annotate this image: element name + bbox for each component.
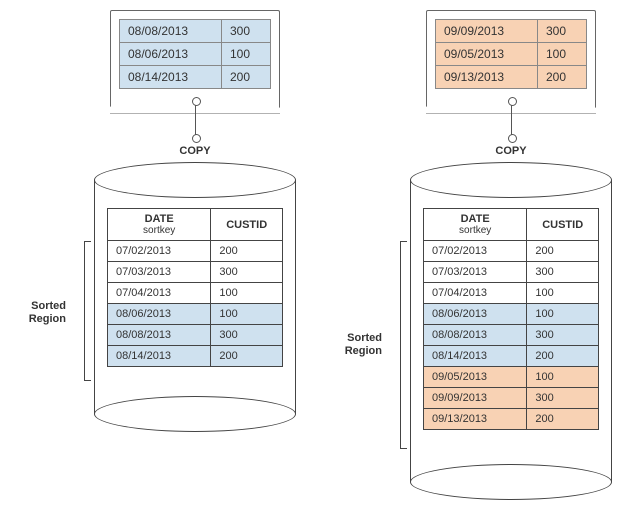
database-cylinder-right: DATEsortkey CUSTID 07/02/201320007/03/20… [410,180,612,482]
region-label-right: Sorted Region [332,332,382,358]
table-row: 09/13/2013200 [424,409,599,430]
database-cylinder-left: DATEsortkey CUSTID 07/02/201320007/03/20… [94,180,296,414]
copy-label-left: COPY [110,145,280,157]
region-label-left: Sorted Region [16,300,66,326]
table-row: 09/09/2013300 [424,388,599,409]
table-row: 09/05/2013100 [424,367,599,388]
table-row: 07/02/2013200 [108,241,283,262]
table-row: 07/04/2013100 [424,283,599,304]
table-row: 08/14/2013200 [424,346,599,367]
table-row: 07/02/2013200 [424,241,599,262]
table-row: 08/08/2013300 [108,325,283,346]
db-table-left: DATEsortkey CUSTID 07/02/201320007/03/20… [107,208,283,367]
table-row: 07/03/2013300 [424,262,599,283]
table-row: 08/06/2013100 [108,304,283,325]
table-row: 08/08/2013300 [424,325,599,346]
table-row: 07/04/2013100 [108,283,283,304]
connector-left [195,104,196,136]
staging-grid-right: 09/09/2013300 09/05/2013100 09/13/201320… [435,19,587,89]
table-row: 08/06/2013100 [424,304,599,325]
staging-table-left: 08/08/2013300 08/06/2013100 08/14/201320… [110,10,280,109]
bracket-left [84,241,85,381]
staging-table-right: 09/09/2013300 09/05/2013100 09/13/201320… [426,10,596,109]
connector-right [511,104,512,136]
table-row: 08/14/2013200 [108,346,283,367]
table-row: 07/03/2013300 [108,262,283,283]
db-table-right: DATEsortkey CUSTID 07/02/201320007/03/20… [423,208,599,430]
copy-label-right: COPY [426,145,596,157]
bracket-right [400,241,401,449]
staging-grid-left: 08/08/2013300 08/06/2013100 08/14/201320… [119,19,271,89]
